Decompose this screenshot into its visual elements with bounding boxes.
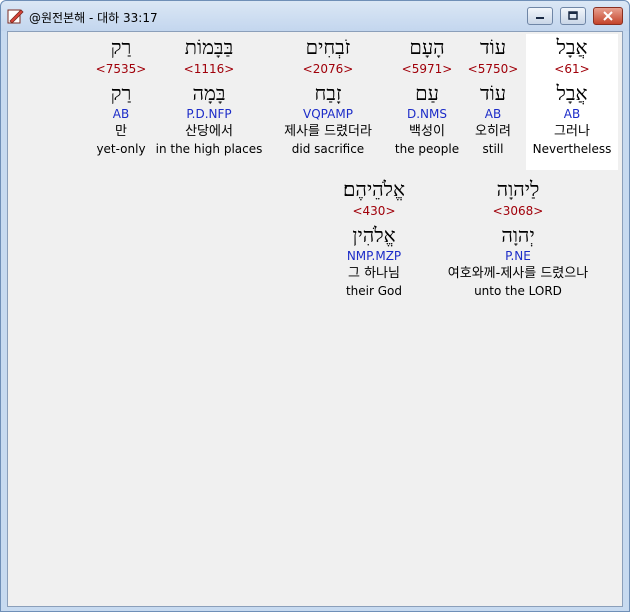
korean-gloss: 그 하나님 [348, 266, 400, 281]
main-window: @원전본해 - 대하 33:17 אֲבָל <61> אֲבָל AB 그러나 [0, 0, 630, 612]
korean-gloss: 제사를 드렸더라 [284, 124, 372, 139]
morphology: P.D.NFP [186, 107, 232, 121]
lemma: בָּמָה [192, 81, 226, 105]
english-gloss: in the high places [155, 142, 263, 156]
lemma: אֱלֹהִין [352, 223, 396, 247]
word-entry[interactable]: רַק <7535> רַק AB 만 yet-only [92, 34, 150, 158]
minimize-icon [536, 17, 544, 19]
english-gloss: the people [394, 142, 460, 156]
close-button[interactable] [593, 7, 623, 25]
hebrew-word: לַיהוָה [496, 177, 540, 201]
strong-number[interactable]: <1116> [153, 60, 265, 78]
english-gloss: yet-only [96, 142, 146, 156]
english-gloss: unto the LORD [474, 284, 562, 298]
strong-number[interactable]: <7535> [92, 60, 150, 78]
strong-number[interactable]: <5971> [384, 60, 470, 78]
strong-number[interactable]: <3068> [428, 202, 608, 220]
strong-number[interactable]: <2076> [268, 60, 388, 78]
strong-number[interactable]: <430> [324, 202, 424, 220]
korean-gloss: 만 [115, 124, 127, 139]
minimize-button[interactable] [527, 7, 553, 25]
morphology: VQPAMP [303, 107, 353, 121]
morphology: NMP.MZP [346, 249, 402, 263]
hebrew-word: אֲבָל [556, 35, 588, 59]
word-entry[interactable]: בַּבָּמוֹת <1116> בָּמָה P.D.NFP 산당에서 in… [153, 34, 265, 158]
morphology: AB [563, 107, 581, 121]
lemma: אֲבָל [556, 81, 588, 105]
word-entry[interactable]: זֹבְחִים <2076> זָבַח VQPAMP 제사를 드렸더라 di… [268, 34, 388, 158]
korean-gloss: 여호와께-제사를 드렸으나 [447, 266, 589, 281]
lemma: רַק [110, 81, 132, 105]
app-icon [7, 9, 24, 24]
korean-gloss: 산당에서 [185, 124, 233, 139]
hebrew-word: זֹבְחִים [305, 35, 351, 59]
interlinear-view[interactable]: אֲבָל <61> אֲבָל AB 그러나 Nevertheless עוֹ… [7, 31, 623, 607]
korean-gloss: 백성이 [409, 124, 445, 139]
hebrew-word: אֱלֹהֵיהֶם׃ [342, 177, 406, 201]
hebrew-word: הָעָם [409, 35, 445, 59]
close-icon [603, 11, 613, 21]
english-gloss: their God [345, 284, 403, 298]
morphology: AB [112, 107, 130, 121]
morphology: P.NE [505, 249, 531, 263]
word-entry[interactable]: הָעָם <5971> עַם D.NMS 백성이 the people [384, 34, 470, 158]
strong-number[interactable]: <61> [526, 60, 618, 78]
english-gloss: did sacrifice [291, 142, 365, 156]
english-gloss: Nevertheless [532, 142, 612, 156]
maximize-button[interactable] [560, 7, 586, 25]
lemma: יְהוָה [501, 223, 535, 247]
window-title: @원전본해 - 대하 33:17 [29, 11, 158, 25]
morphology: D.NMS [406, 107, 447, 121]
word-entry[interactable]: אֲבָל <61> אֲבָל AB 그러나 Nevertheless [526, 34, 618, 170]
lemma: עַם [415, 81, 439, 105]
word-entry[interactable]: לַיהוָה <3068> יְהוָה P.NE 여호와께-제사를 드렸으나… [428, 176, 608, 300]
word-entry[interactable]: אֱלֹהֵיהֶם׃ <430> אֱלֹהִין NMP.MZP 그 하나님… [324, 176, 424, 300]
korean-gloss: 그러나 [554, 124, 590, 139]
lemma: זָבַח [314, 81, 342, 105]
title-bar[interactable]: @원전본해 - 대하 33:17 [1, 1, 629, 31]
maximize-icon [568, 11, 578, 20]
hebrew-word: רַק [110, 35, 132, 59]
hebrew-word: בַּבָּמוֹת [184, 35, 234, 59]
